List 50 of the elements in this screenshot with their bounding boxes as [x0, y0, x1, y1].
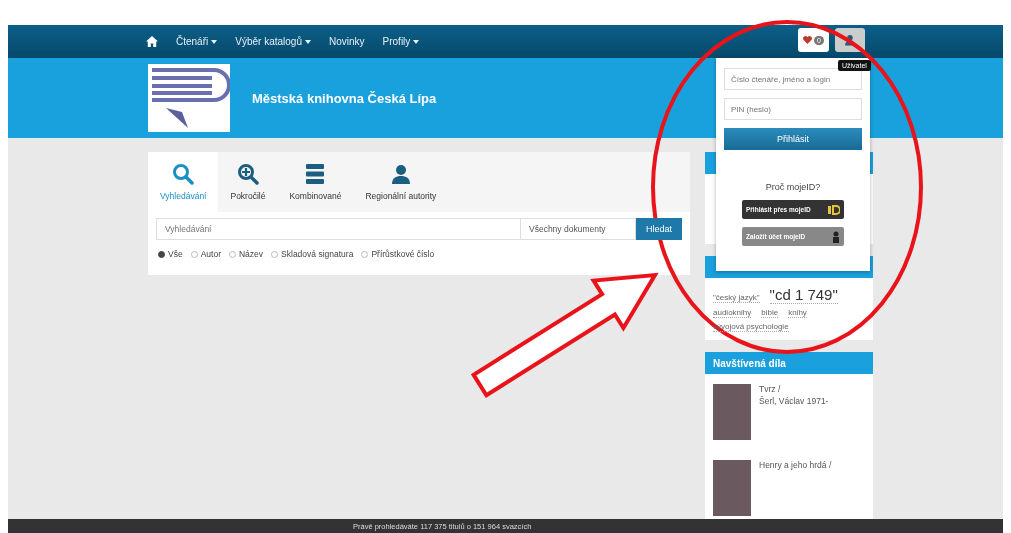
nav-menu-item[interactable]: Novinky	[328, 36, 365, 47]
nav-menu-item[interactable]: Profily	[382, 36, 411, 47]
radio-label: Skladová signatura	[281, 249, 354, 259]
search-button[interactable]: Hledat	[636, 218, 682, 240]
password-field[interactable]: PIN (heslo)	[724, 98, 862, 120]
heart-icon	[803, 36, 812, 44]
library-logo[interactable]	[148, 64, 230, 132]
mojeid-question-link[interactable]: Proč mojeID?	[765, 182, 821, 192]
search-icon	[172, 163, 195, 185]
radio-label: Název	[239, 249, 264, 259]
search-tab[interactable]: Pokročilé	[218, 152, 278, 212]
radio-button[interactable]	[271, 250, 279, 258]
tag-link[interactable]: "cd 1 749"	[769, 286, 838, 304]
mojeid-logo-icon	[828, 204, 840, 215]
username-field[interactable]: Číslo čtenáře, jméno a login	[724, 68, 862, 90]
search-tab[interactable]: Vyhledávání	[148, 152, 219, 212]
radio-button[interactable]	[361, 250, 369, 258]
zoom-in-icon	[236, 163, 259, 185]
book-cover[interactable]	[713, 460, 751, 516]
caret-icon	[211, 39, 218, 44]
radio-button[interactable]	[229, 250, 236, 258]
radio-label: Vše	[168, 249, 183, 259]
radio-label: Autor	[200, 249, 221, 259]
scope-dropdown[interactable]: Všechny dokumenty	[521, 218, 636, 240]
tag-link[interactable]: "český jazyk"	[713, 293, 760, 303]
stack-icon	[304, 163, 327, 185]
user-icon	[389, 163, 412, 185]
book-title[interactable]: Henry a jeho hrdá /	[759, 460, 832, 470]
library-title: Městská knihovna Česká Lípa	[252, 90, 437, 106]
caret-icon	[304, 39, 311, 44]
home-icon[interactable]	[146, 36, 158, 47]
book-cover[interactable]	[713, 384, 751, 440]
radio-button[interactable]	[158, 250, 165, 258]
tag-link[interactable]: knihy	[788, 308, 807, 318]
search-tab[interactable]: Regionální autority	[353, 152, 449, 212]
login-button[interactable]: Přihlásit	[724, 128, 862, 150]
tag-link[interactable]: audioknihy	[713, 308, 752, 318]
tag-link[interactable]: bible	[761, 308, 779, 318]
book-author: Šerl, Václav 1971-	[759, 396, 829, 406]
panel-title: Navštívená díla	[705, 352, 873, 374]
nav-menu-item[interactable]: Čtenáři	[176, 36, 209, 47]
caret-icon	[413, 39, 420, 44]
user-icon	[832, 230, 840, 243]
search-field[interactable]: Vyhledávání	[156, 218, 521, 240]
radio-button[interactable]	[190, 250, 198, 258]
book-title[interactable]: Tvrz /	[759, 384, 829, 394]
nav-menu-item[interactable]: Výběr katalogů	[235, 36, 302, 47]
search-tab[interactable]: Kombinované	[277, 152, 354, 212]
user-icon	[843, 34, 856, 46]
radio-label: Přírůstkové číslo	[371, 249, 435, 259]
